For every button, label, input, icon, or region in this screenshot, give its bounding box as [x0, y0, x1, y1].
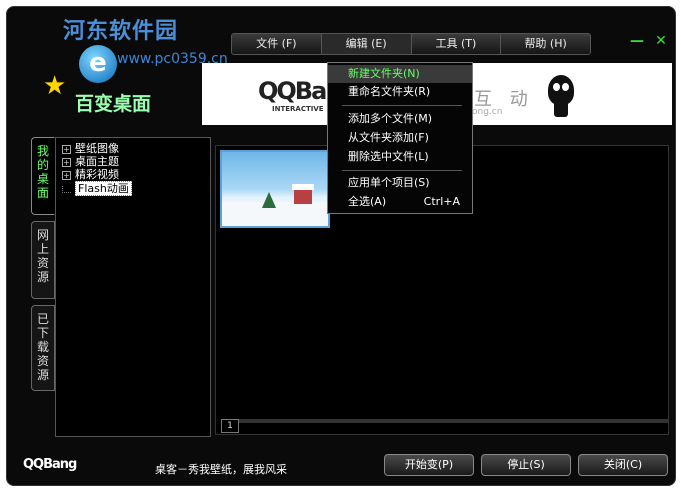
page-number[interactable]: 1: [221, 419, 239, 433]
horizontal-scrollbar[interactable]: [239, 419, 669, 423]
close-window-button[interactable]: ✕: [653, 33, 669, 49]
minimize-button[interactable]: —: [629, 33, 645, 49]
tree-item-video[interactable]: + 精彩视频: [62, 168, 119, 181]
menu-item-rename-folder[interactable]: 重命名文件夹(R): [328, 83, 472, 101]
tree-item-label: 壁纸图像: [75, 142, 119, 155]
category-tree: + 壁纸图像 + 桌面主题 + 精彩视频 Flash动画: [55, 137, 211, 437]
mascot-icon: [548, 71, 574, 117]
logo-area: 河东软件园 e www.pc0359.cn ★ 百变桌面: [7, 7, 228, 127]
app-title: 百变桌面: [75, 93, 152, 115]
e-logo-icon: e: [79, 45, 117, 83]
menu-item-new-folder[interactable]: 新建文件夹(N): [328, 65, 472, 83]
star-wand-icon: ★: [43, 71, 67, 101]
menu-bar: 文件 (F) 编辑 (E) 工具 (T) 帮助 (H): [231, 33, 591, 55]
menu-item-add-multiple[interactable]: 添加多个文件(M): [328, 110, 472, 128]
tree-item-flash[interactable]: Flash动画: [62, 181, 132, 196]
footer-slogan: 桌客－秀我壁纸，展我风采: [155, 463, 287, 476]
tree-item-label: Flash动画: [75, 181, 132, 196]
flash-thumbnail[interactable]: [220, 150, 330, 228]
tree-item-theme[interactable]: + 桌面主题: [62, 155, 119, 168]
tab-downloaded-resources-label: 已下载资源: [37, 312, 50, 382]
tab-online-resources-label: 网上资源: [37, 228, 50, 284]
watermark-title: 河东软件园: [63, 18, 179, 44]
tab-downloaded-resources[interactable]: 已下载资源: [31, 305, 55, 391]
edit-dropdown-menu: 新建文件夹(N) 重命名文件夹(R) 添加多个文件(M) 从文件夹添加(F) 删…: [327, 62, 473, 214]
menu-item-add-from-folder[interactable]: 从文件夹添加(F): [328, 129, 472, 147]
footer-logo: QQBang: [23, 457, 77, 472]
expand-icon[interactable]: +: [62, 170, 71, 180]
expand-icon[interactable]: +: [62, 157, 71, 167]
tree-connector: [62, 185, 71, 193]
menu-item-apply-single[interactable]: 应用单个项目(S): [328, 174, 472, 192]
app-window: 河东软件园 e www.pc0359.cn ★ 百变桌面 文件 (F) 编辑 (…: [6, 6, 676, 486]
menu-tools[interactable]: 工具 (T): [412, 34, 502, 54]
tree-item-wallpaper[interactable]: + 壁纸图像: [62, 142, 119, 155]
menu-edit[interactable]: 编辑 (E): [321, 34, 412, 54]
menu-separator: [342, 105, 462, 106]
tab-online-resources[interactable]: 网上资源: [31, 221, 55, 299]
tree-item-label: 精彩视频: [75, 168, 119, 181]
stop-button[interactable]: 停止(S): [481, 454, 571, 476]
tree-icon: [262, 192, 276, 208]
menu-help[interactable]: 帮助 (H): [501, 34, 590, 54]
tab-my-desktop[interactable]: 我的桌面: [31, 137, 55, 215]
menu-item-delete-selected[interactable]: 删除选中文件(L): [328, 148, 472, 166]
shortcut-label: Ctrl+A: [423, 195, 460, 208]
menu-item-select-all[interactable]: 全选(A) Ctrl+A: [328, 193, 472, 211]
start-button[interactable]: 开始变(P): [384, 454, 474, 476]
expand-icon[interactable]: +: [62, 144, 71, 154]
menu-file[interactable]: 文件 (F): [232, 34, 322, 54]
menu-separator: [342, 170, 462, 171]
close-button[interactable]: 关闭(C): [578, 454, 668, 476]
house-icon: [292, 184, 314, 204]
banner-logo-sub: INTERACTIVE: [272, 105, 324, 113]
tree-item-label: 桌面主题: [75, 155, 119, 168]
tab-my-desktop-label: 我的桌面: [37, 144, 50, 200]
